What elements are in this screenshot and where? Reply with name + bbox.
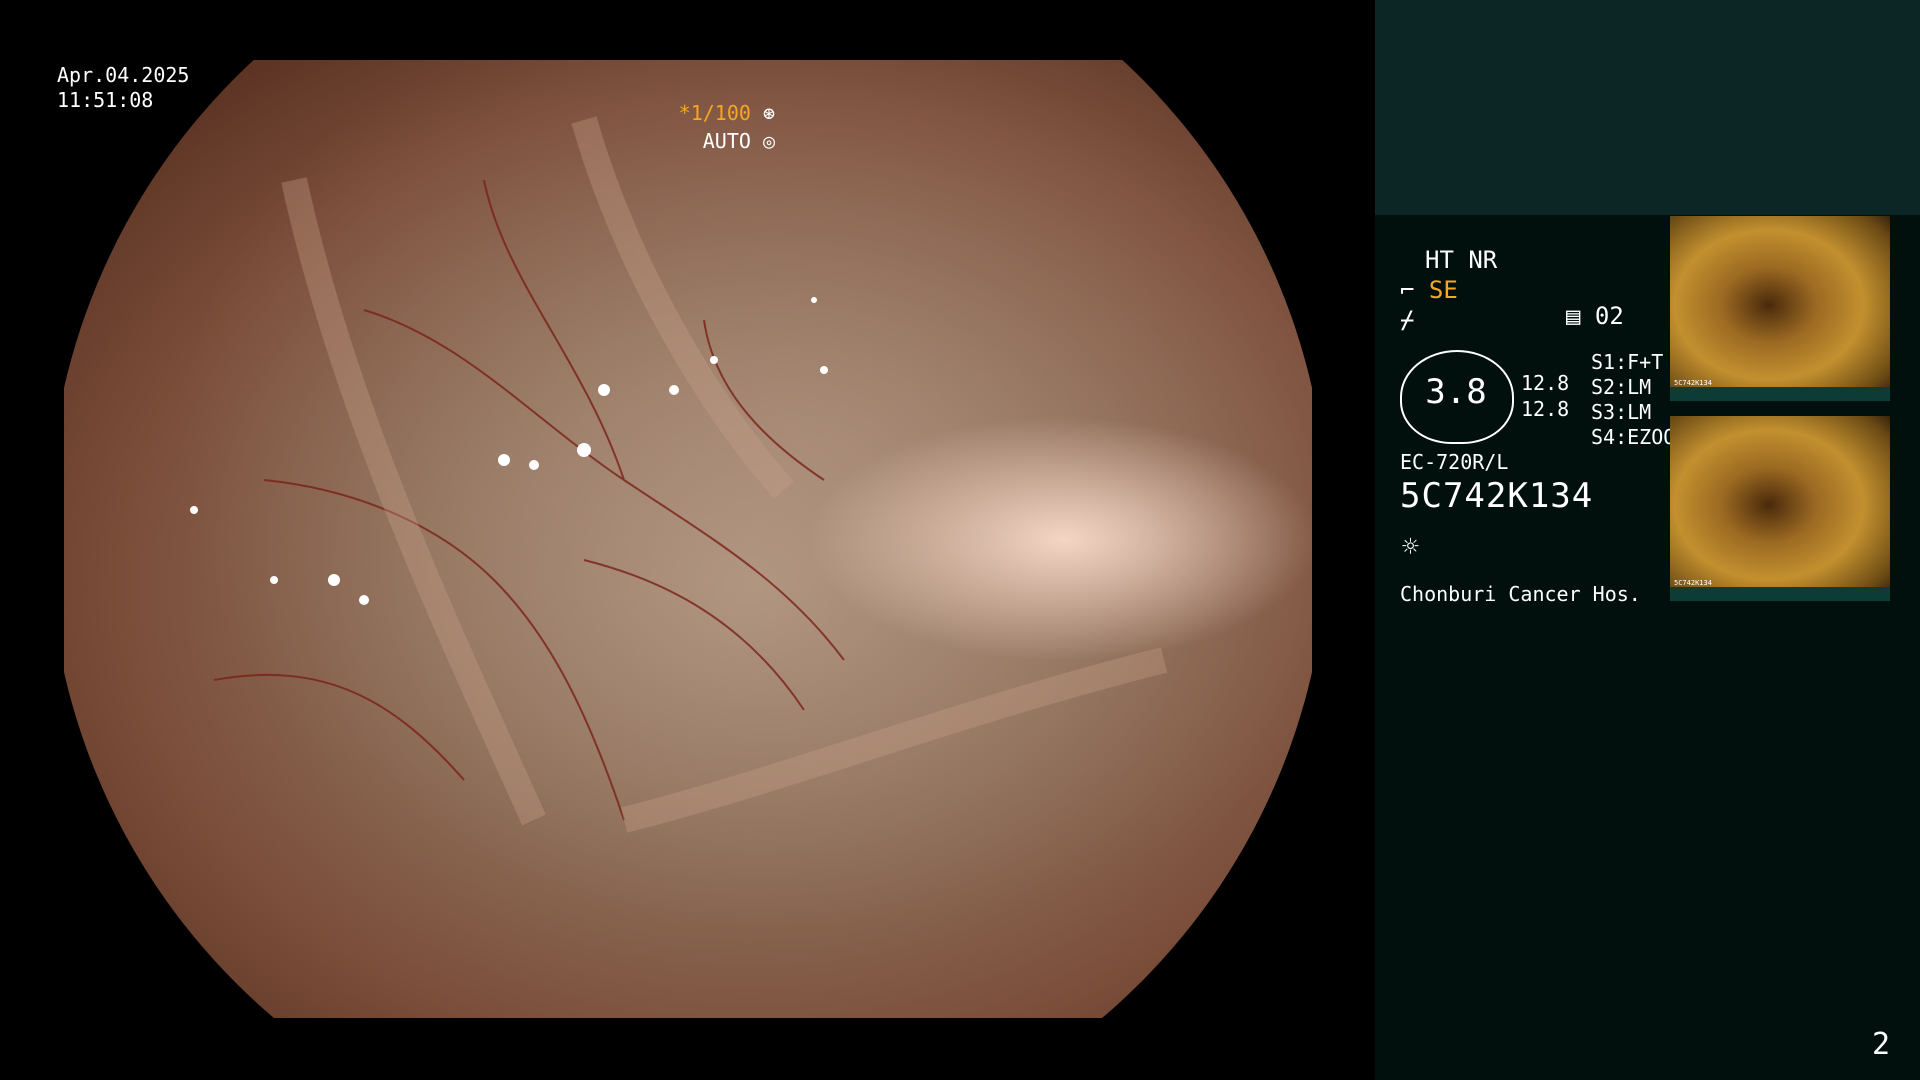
- sub-values: 12.8 12.8: [1521, 370, 1569, 422]
- endoscope-view: Apr.04.2025 11:51:08 *1/100 ⊛ AUTO ◎: [0, 0, 1375, 1080]
- s-val: LM: [1627, 400, 1652, 424]
- thumbnail-footer-bar: [1670, 387, 1890, 401]
- s-key: S3:: [1591, 400, 1628, 424]
- mucosa-vessels: [190, 116, 1168, 833]
- s-key: S1:: [1591, 350, 1628, 374]
- sub-value-2: 12.8: [1521, 397, 1570, 421]
- date-text: Apr.04.2025: [57, 63, 190, 87]
- thumbnail-footer-bar: [1670, 587, 1890, 601]
- panel-header-band: [1375, 0, 1920, 215]
- mode-line: HT NR: [1425, 246, 1498, 274]
- counter-value: 02: [1594, 302, 1624, 330]
- s-key: S2:: [1591, 375, 1628, 399]
- time-text: 11:51:08: [57, 88, 154, 112]
- iris-mode: AUTO: [702, 129, 751, 153]
- thumbnail-caption: 5C742K134: [1674, 579, 1712, 587]
- s-key: S4:: [1591, 425, 1628, 449]
- enhance-mode: SE: [1428, 276, 1458, 304]
- scope-serial: 5C742K134: [1400, 476, 1594, 516]
- light-icon: ☼: [1402, 530, 1419, 563]
- sub-value-1: 12.8: [1521, 371, 1570, 395]
- iris-icon: ◎: [762, 129, 775, 153]
- info-panel: HT NR ⌐ SE ⌿ ▤ 02 3.8 12.8 12.8 S1:F+T S…: [1375, 0, 1920, 1080]
- scale-value: 3.8: [1425, 372, 1487, 412]
- s-val: F+T: [1627, 350, 1664, 374]
- captured-thumbnail[interactable]: 5C742K134: [1670, 416, 1890, 601]
- shutter-value: *1/100: [678, 101, 751, 125]
- memory-counter: ▤ 02: [1566, 302, 1624, 330]
- scope-mode-icon: ⌐: [1400, 276, 1415, 304]
- aperture-icon: ⊛: [762, 101, 775, 125]
- captured-thumbnail[interactable]: 5C742K134: [1670, 216, 1890, 401]
- gain-icon: ⌿: [1400, 306, 1415, 334]
- hospital-name: Chonburi Cancer Hos.: [1400, 582, 1641, 606]
- s-val: LM: [1627, 375, 1652, 399]
- settings-readout: HT NR ⌐ SE ⌿: [1400, 245, 1690, 335]
- thumbnail-caption: 5C742K134: [1674, 379, 1712, 387]
- date-time-readout: Apr.04.2025 11:51:08: [57, 63, 189, 113]
- exposure-readout: *1/100 ⊛ AUTO ◎: [679, 99, 775, 155]
- memory-icon: ▤: [1566, 302, 1581, 330]
- scope-model: EC-720R/L: [1400, 450, 1509, 474]
- page-number: 2: [1871, 1027, 1890, 1062]
